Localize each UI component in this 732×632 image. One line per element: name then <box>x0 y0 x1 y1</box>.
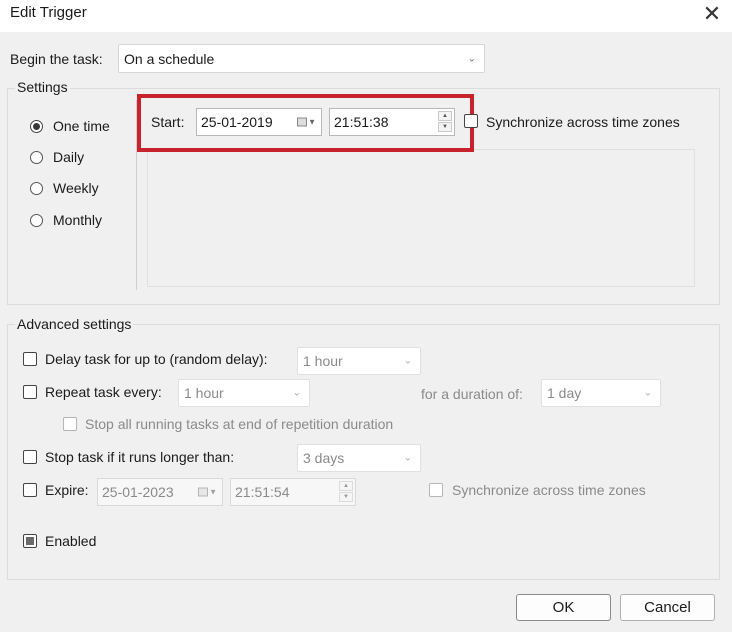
repeat-interval-dropdown[interactable]: 1 hour ⌄ <box>178 379 310 407</box>
begin-task-dropdown[interactable]: On a schedule ⌄ <box>118 44 485 73</box>
highlight-box <box>137 94 474 152</box>
expire-sync-label: Synchronize across time zones <box>452 482 646 498</box>
enabled-label: Enabled <box>45 533 97 549</box>
expire-date-picker[interactable]: 25-01-2023 ▼ <box>97 478 223 506</box>
expire-date-value: 25-01-2023 <box>102 484 174 500</box>
chevron-down-icon: ⌄ <box>403 355 412 367</box>
sync-timezones-label: Synchronize across time zones <box>486 114 680 130</box>
calendar-icon[interactable] <box>198 487 208 497</box>
stop-longer-value: 3 days <box>303 450 345 466</box>
chevron-down-icon: ⌄ <box>292 387 301 399</box>
delay-value: 1 hour <box>303 353 343 369</box>
spin-up-icon[interactable]: ▲ <box>339 481 353 491</box>
close-icon[interactable]: ✕ <box>701 1 723 27</box>
window-title: Edit Trigger <box>10 4 87 21</box>
enabled-checkbox[interactable] <box>23 534 37 548</box>
radio-weekly[interactable] <box>30 182 43 195</box>
radio-monthly[interactable] <box>30 214 43 227</box>
duration-value: 1 day <box>547 385 582 401</box>
radio-daily[interactable] <box>30 151 43 164</box>
repeat-interval-value: 1 hour <box>184 385 224 401</box>
chevron-down-icon: ▼ <box>209 487 217 497</box>
repeat-label: Repeat task every: <box>45 384 162 400</box>
delay-checkbox[interactable] <box>23 352 37 366</box>
chevron-down-icon: ⌄ <box>467 53 476 64</box>
stop-longer-checkbox[interactable] <box>23 450 37 464</box>
expire-sync-checkbox[interactable] <box>429 483 443 497</box>
stop-all-checkbox[interactable] <box>63 417 77 431</box>
stop-all-label: Stop all running tasks at end of repetit… <box>85 416 394 432</box>
expire-label: Expire: <box>45 482 89 498</box>
schedule-detail-panel <box>147 149 695 287</box>
delay-label: Delay task for up to (random delay): <box>45 351 268 367</box>
repeat-checkbox[interactable] <box>23 385 37 399</box>
expire-checkbox[interactable] <box>23 483 37 497</box>
spin-down-icon[interactable]: ▼ <box>339 492 353 502</box>
expire-time-field[interactable]: 21:51:54 ▲ ▼ <box>230 478 356 506</box>
radio-one-time[interactable] <box>30 120 43 133</box>
stop-longer-label: Stop task if it runs longer than: <box>45 449 235 465</box>
title-bar: Edit Trigger ✕ <box>0 0 732 32</box>
begin-task-value: On a schedule <box>124 50 215 67</box>
radio-one-time-label: One time <box>53 118 110 134</box>
stop-longer-dropdown[interactable]: 3 days ⌄ <box>297 444 421 472</box>
expire-time-value: 21:51:54 <box>235 484 290 500</box>
chevron-down-icon: ⌄ <box>643 387 652 399</box>
delay-dropdown[interactable]: 1 hour ⌄ <box>297 347 421 375</box>
radio-monthly-label: Monthly <box>53 212 103 228</box>
settings-group-label: Settings <box>15 79 70 95</box>
radio-weekly-label: Weekly <box>53 180 99 196</box>
cancel-button[interactable]: Cancel <box>620 594 715 621</box>
begin-task-label: Begin the task: <box>10 51 103 67</box>
chevron-down-icon: ⌄ <box>403 452 412 464</box>
sync-timezones-checkbox[interactable] <box>464 114 478 128</box>
advanced-settings-label: Advanced settings <box>15 316 134 332</box>
radio-daily-label: Daily <box>53 149 85 165</box>
duration-label: for a duration of: <box>421 386 523 402</box>
ok-button[interactable]: OK <box>516 594 611 621</box>
duration-dropdown[interactable]: 1 day ⌄ <box>541 379 661 407</box>
